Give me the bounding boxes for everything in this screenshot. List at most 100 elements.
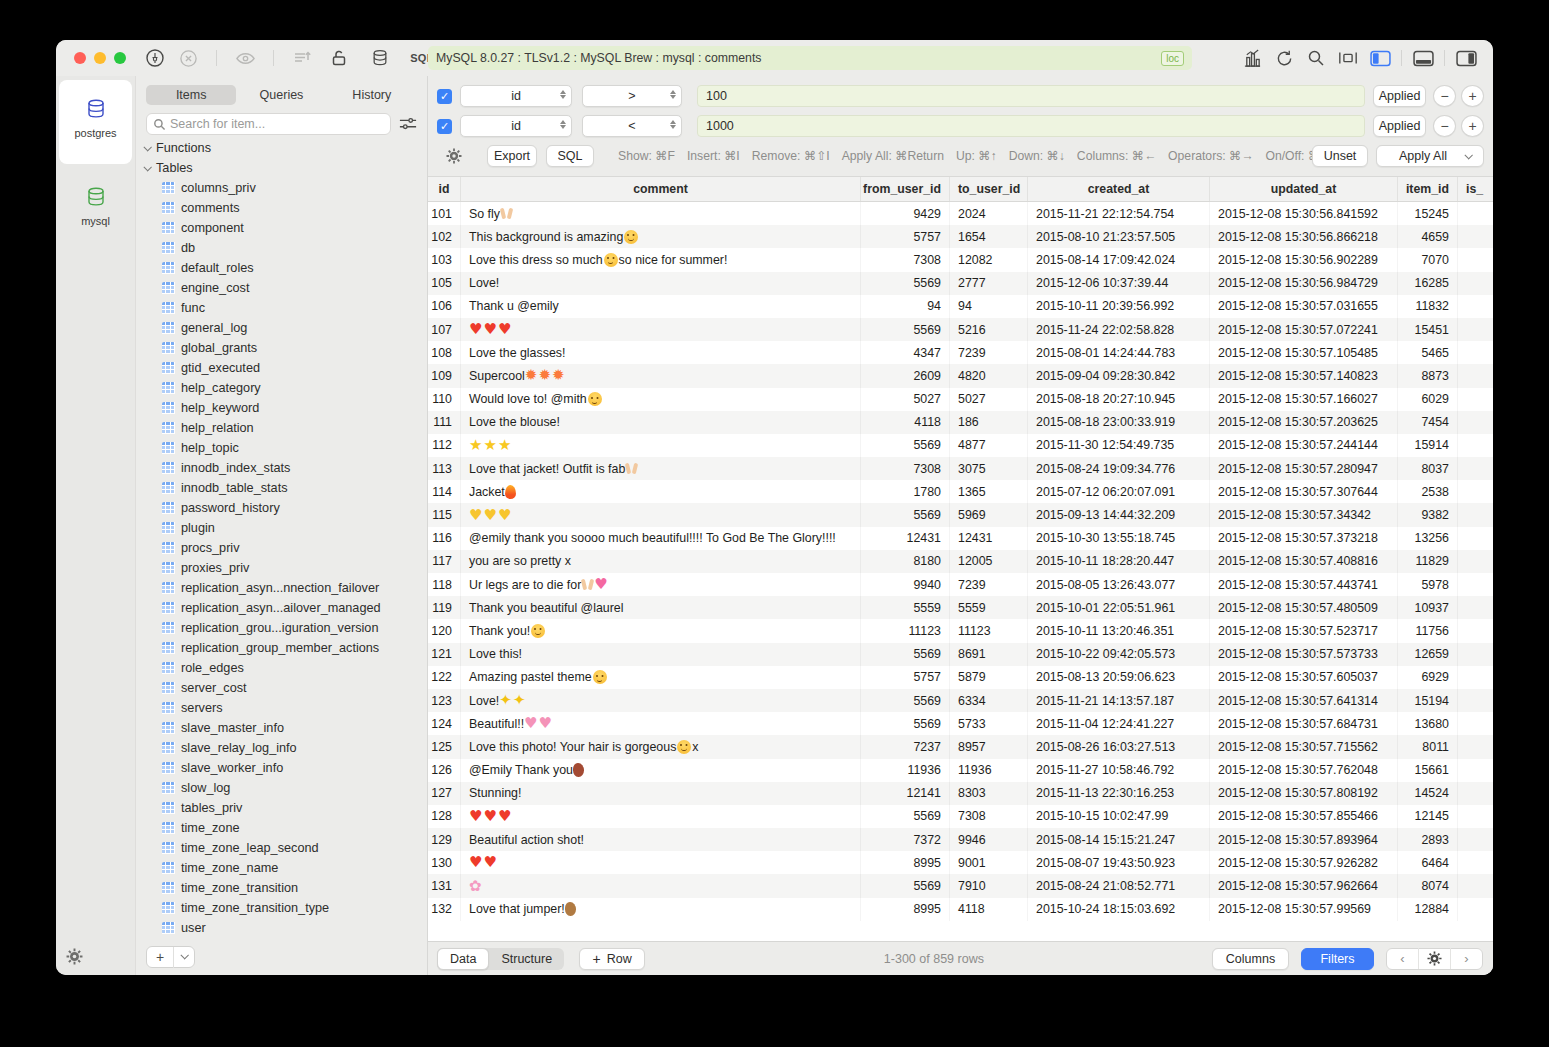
toggle-bottom-panel-icon[interactable] — [1412, 47, 1434, 69]
grid-row[interactable]: 124Beautiful!! ♥♥556957332015-11-04 12:2… — [428, 712, 1493, 735]
sidebar-table-item[interactable]: time_zone_name — [136, 858, 427, 878]
grid-row[interactable]: 112★ ★ ★556948772015-11-30 12:54:49.7352… — [428, 434, 1493, 457]
grid-row[interactable]: 119Thank you beautiful @laurel5559555920… — [428, 596, 1493, 619]
next-page-button[interactable]: › — [1451, 951, 1482, 966]
resize-columns-icon[interactable] — [1337, 47, 1359, 69]
tab-data[interactable]: Data — [437, 948, 489, 970]
settings-gear-icon[interactable] — [66, 948, 83, 965]
database-icon[interactable] — [369, 47, 391, 69]
sidebar-table-item[interactable]: replication_group_member_actions — [136, 638, 427, 658]
sidebar-table-item[interactable]: password_history — [136, 498, 427, 518]
search-icon[interactable] — [1305, 47, 1327, 69]
preview-icon[interactable] — [234, 47, 256, 69]
sidebar-table-item[interactable]: replication_asyn...nnection_failover — [136, 578, 427, 598]
sidebar-table-item[interactable]: slow_log — [136, 778, 427, 798]
column-header-is_[interactable]: is_ — [1458, 177, 1493, 201]
columns-button[interactable]: Columns — [1212, 948, 1289, 970]
filter-2-value-input[interactable]: 1000 — [697, 115, 1365, 137]
grid-row[interactable]: 101So fly 942920242015-11-21 22:12:54.75… — [428, 202, 1493, 225]
grid-row[interactable]: 115♥♥♥556959692015-09-13 14:44:32.209201… — [428, 503, 1493, 526]
prev-page-button[interactable]: ‹ — [1387, 951, 1418, 966]
sidebar-table-item[interactable]: time_zone — [136, 818, 427, 838]
sidebar-table-item[interactable]: general_log — [136, 318, 427, 338]
zoom-window-button[interactable] — [114, 52, 126, 64]
grid-row[interactable]: 128♥♥♥556973082015-10-15 10:02:47.992015… — [428, 805, 1493, 828]
sql-button[interactable]: SQL — [546, 145, 594, 167]
grid-row[interactable]: 113Love that jacket! Outfit is fab 73083… — [428, 457, 1493, 480]
toggle-left-panel-icon[interactable] — [1369, 47, 1391, 69]
commit-changes-icon[interactable] — [291, 47, 313, 69]
toggle-right-panel-icon[interactable] — [1455, 47, 1477, 69]
apply-all-button[interactable]: Apply All — [1376, 145, 1484, 167]
minimize-window-button[interactable] — [94, 52, 106, 64]
sidebar-table-item[interactable]: help_topic — [136, 438, 427, 458]
tab-structure[interactable]: Structure — [489, 948, 564, 970]
grid-row[interactable]: 107♥♥♥556952162015-11-24 22:02:58.828201… — [428, 318, 1493, 341]
sidebar-table-item[interactable]: proxies_priv — [136, 558, 427, 578]
connection-mysql[interactable]: mysql — [59, 168, 132, 252]
grid-row[interactable]: 116@emily thank you soooo much beautiful… — [428, 527, 1493, 550]
grid-row[interactable]: 127Stunning!1214183032015-11-13 22:30:16… — [428, 782, 1493, 805]
sidebar-table-item[interactable]: innodb_index_stats — [136, 458, 427, 478]
tab-queries[interactable]: Queries — [236, 85, 326, 105]
sidebar-table-item[interactable]: procs_priv — [136, 538, 427, 558]
grid-row[interactable]: 130♥♥899590012015-08-07 19:43:50.9232015… — [428, 851, 1493, 874]
sidebar-table-item[interactable]: help_category — [136, 378, 427, 398]
sidebar-table-item[interactable]: time_zone_transition_type — [136, 898, 427, 918]
sidebar-table-item[interactable]: component — [136, 218, 427, 238]
section-functions[interactable]: Functions — [136, 138, 427, 158]
sidebar-table-item[interactable]: db — [136, 238, 427, 258]
section-tables[interactable]: Tables — [136, 158, 427, 178]
filter-1-add-button[interactable]: + — [1461, 85, 1484, 107]
column-header-item_id[interactable]: item_id — [1398, 177, 1458, 201]
page-settings-gear-icon[interactable] — [1419, 951, 1450, 966]
filter-2-operator-select[interactable]: < — [582, 115, 682, 137]
grid-row[interactable]: 118Ur legs are to die for♥994072392015-0… — [428, 573, 1493, 596]
grid-row[interactable]: 131✿556979102015-08-24 21:08:52.7712015-… — [428, 874, 1493, 897]
grid-row[interactable]: 121Love this!556986912015-10-22 09:42:05… — [428, 643, 1493, 666]
filter-1-applied-button[interactable]: Applied — [1373, 85, 1426, 107]
grid-row[interactable]: 132Love that jumper! 899541182015-10-24 … — [428, 898, 1493, 921]
sidebar-table-item[interactable]: plugin — [136, 518, 427, 538]
column-header-to_user_id[interactable]: to_user_id — [950, 177, 1028, 201]
grid-row[interactable]: 108Love the glasses!434772392015-08-01 1… — [428, 341, 1493, 364]
filter-2-column-select[interactable]: id — [460, 115, 572, 137]
sidebar-table-item[interactable]: slave_relay_log_info — [136, 738, 427, 758]
sidebar-table-item[interactable]: help_keyword — [136, 398, 427, 418]
grid-row[interactable]: 105Love!556927772015-12-06 10:37:39.4420… — [428, 272, 1493, 295]
grid-row[interactable]: 123Love! ✦✦556963342015-11-21 14:13:57.1… — [428, 689, 1493, 712]
connection-postgres[interactable]: postgres — [59, 80, 132, 164]
unset-button[interactable]: Unset — [1312, 145, 1368, 167]
filter-1-remove-button[interactable]: − — [1433, 85, 1456, 107]
filter-1-checkbox[interactable]: ✓ — [437, 89, 452, 104]
column-header-id[interactable]: id — [428, 177, 461, 201]
sidebar-table-item[interactable]: default_roles — [136, 258, 427, 278]
sidebar-table-item[interactable]: help_relation — [136, 418, 427, 438]
grid-row[interactable]: 125Love this photo! Your hair is gorgeou… — [428, 735, 1493, 758]
grid-row[interactable]: 126@Emily Thank you11936119362015-11-27 … — [428, 759, 1493, 782]
sidebar-table-item[interactable]: global_grants — [136, 338, 427, 358]
filter-settings-gear-icon[interactable] — [446, 148, 462, 164]
sidebar-table-item[interactable]: server_cost — [136, 678, 427, 698]
filter-options-icon[interactable] — [399, 116, 417, 132]
sidebar-table-item[interactable]: replication_grou...iguration_version — [136, 618, 427, 638]
grid-row[interactable]: 117you are so pretty x8180120052015-10-1… — [428, 550, 1493, 573]
grid-row[interactable]: 114Jacket 178013652015-07-12 06:20:07.09… — [428, 480, 1493, 503]
sidebar-table-item[interactable]: columns_priv — [136, 178, 427, 198]
sidebar-table-item[interactable]: slave_worker_info — [136, 758, 427, 778]
chart-icon[interactable] — [1241, 47, 1263, 69]
column-header-from_user_id[interactable]: from_user_id — [861, 177, 950, 201]
sidebar-table-item[interactable]: innodb_table_stats — [136, 478, 427, 498]
grid-row[interactable]: 122Amazing pastel theme 575758792015-08-… — [428, 666, 1493, 689]
grid-row[interactable]: 120Thank you! 11123111232015-10-11 13:20… — [428, 619, 1493, 642]
sidebar-table-item[interactable]: time_zone_leap_second — [136, 838, 427, 858]
sidebar-table-item[interactable]: gtid_executed — [136, 358, 427, 378]
sidebar-table-item[interactable]: comments — [136, 198, 427, 218]
connection-icon[interactable] — [144, 47, 166, 69]
sidebar-table-item[interactable]: engine_cost — [136, 278, 427, 298]
grid-row[interactable]: 102This background is amazing57571654201… — [428, 225, 1493, 248]
grid-row[interactable]: 111Love the blouse!41181862015-08-18 23:… — [428, 411, 1493, 434]
column-header-created_at[interactable]: created_at — [1028, 177, 1210, 201]
filter-2-checkbox[interactable]: ✓ — [437, 119, 452, 134]
add-row-button[interactable]: +Row — [579, 948, 645, 970]
